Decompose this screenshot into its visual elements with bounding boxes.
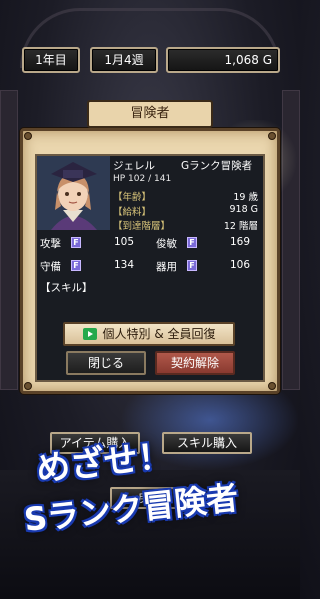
background-shelf-left <box>0 90 18 390</box>
stat-defense-label: 守備 <box>40 261 61 273</box>
stat-defense-value: 134 <box>113 259 134 271</box>
stat-speed-label: 俊敏 <box>156 238 177 250</box>
panel-rivet <box>268 132 276 140</box>
grade-f-icon: F <box>187 260 197 271</box>
week-display: 1月4週 <box>90 47 158 73</box>
close-button[interactable]: 閉じる <box>66 351 146 375</box>
adventurer-hp: HP 102 / 141 <box>113 174 172 184</box>
ad-recover-button[interactable]: 個人特別 & 全員回復 <box>63 322 235 346</box>
stat-dexterity-value: 106 <box>229 259 250 271</box>
grade-f-icon: F <box>187 237 197 248</box>
year-display: 1年目 <box>22 47 80 73</box>
skill-label: 【スキル】 <box>40 282 93 294</box>
stat-speed-value: 169 <box>229 236 250 248</box>
floor-label: 【到達階層】 <box>113 221 171 232</box>
adventurer-name: ジェレル <box>113 160 155 172</box>
portrait-image <box>37 156 110 230</box>
stat-attack-value: 105 <box>113 236 134 248</box>
grade-f-icon: F <box>71 260 81 271</box>
floor-value: 12 階層 <box>223 221 258 232</box>
age-value: 19 歳 <box>233 192 258 203</box>
grade-f-icon: F <box>71 237 81 248</box>
gold-display: 1,068 G <box>166 47 280 73</box>
panel-rivet <box>24 382 32 390</box>
salary-label: 【給料】 <box>113 207 152 218</box>
panel-rivet <box>268 382 276 390</box>
panel-title: 冒険者 <box>87 100 213 128</box>
cancel-contract-button[interactable]: 契約解除 <box>155 351 235 375</box>
ad-recover-label: 個人特別 & 全員回復 <box>102 327 216 341</box>
age-label: 【年齢】 <box>113 192 152 203</box>
skill-purchase-button[interactable]: スキル購入 <box>162 432 252 454</box>
stat-dexterity-label: 器用 <box>156 261 177 273</box>
adventurer-rank: Gランク冒険者 <box>181 160 253 172</box>
panel-rivet <box>24 132 32 140</box>
salary-value: 918 G <box>229 204 258 215</box>
video-play-icon <box>82 328 97 340</box>
stat-attack-label: 攻撃 <box>40 238 61 250</box>
adventurer-portrait <box>37 156 110 230</box>
